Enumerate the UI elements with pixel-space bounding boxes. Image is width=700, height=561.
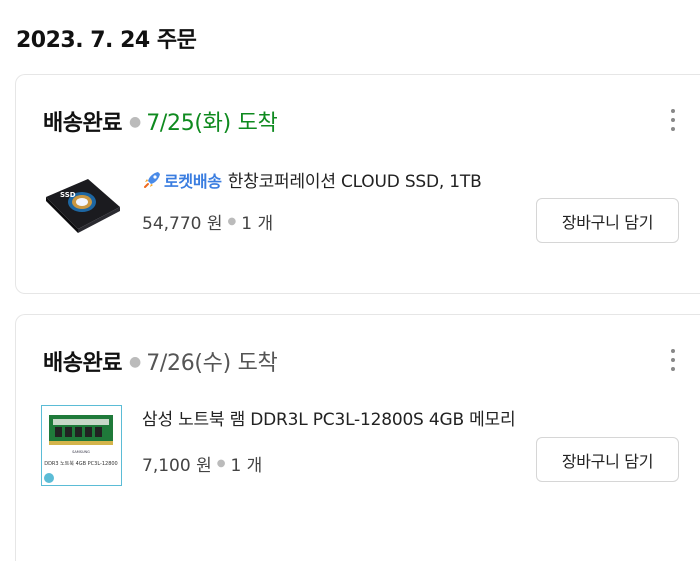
separator-dot: ● <box>227 216 237 227</box>
separator-dot: ● <box>128 114 142 130</box>
delivery-status-row: 배송완료 ● 7/25(화) 도착 <box>43 105 278 137</box>
quantity: 1 개 <box>241 214 274 234</box>
separator-dot: ● <box>216 458 226 469</box>
delivery-status: 배송완료 <box>43 111 122 136</box>
svg-text:SAMSUNG: SAMSUNG <box>72 450 90 454</box>
add-to-cart-button[interactable]: 장바구니 담기 <box>536 198 679 243</box>
more-options-icon[interactable] <box>665 349 681 371</box>
delivery-status: 배송완료 <box>43 351 122 376</box>
delivery-status-row: 배송완료 ● 7/26(수) 도착 <box>43 345 278 377</box>
ram-product-image[interactable]: SAMSUNG DDR3 노트북 4GB PC3L-12800 <box>41 405 122 486</box>
product-title-line: 로켓배송 한창코퍼레이션 CLOUD SSD, 1TB <box>142 167 482 192</box>
order-item-card: 배송완료 ● 7/26(수) 도착 SAMSUNG DDR3 노트북 4GB P… <box>15 314 700 561</box>
svg-text:DDR3 노트북 4GB PC3L-12800: DDR3 노트북 4GB PC3L-12800 <box>44 461 118 467</box>
price: 54,770 원 <box>142 214 223 234</box>
quantity: 1 개 <box>230 456 263 476</box>
order-date-title: 2023. 7. 24 주문 <box>16 28 197 53</box>
svg-text:SSD: SSD <box>60 191 76 199</box>
separator-dot: ● <box>128 354 142 370</box>
product-title-line: 삼성 노트북 램 DDR3L PC3L-12800S 4GB 메모리 <box>142 405 516 430</box>
price-quantity: 54,770 원 ● 1 개 <box>142 209 273 234</box>
order-item-card: 배송완료 ● 7/25(화) 도착 SSD 로켓배송 한창코퍼레이션 CLOUD… <box>15 74 700 294</box>
product-name-link[interactable]: 삼성 노트북 램 DDR3L PC3L-12800S 4GB 메모리 <box>142 405 516 430</box>
rocket-icon <box>144 171 160 188</box>
more-options-icon[interactable] <box>665 109 681 131</box>
rocket-delivery-badge: 로켓배송 <box>164 171 222 191</box>
product-name-link[interactable]: 한창코퍼레이션 CLOUD SSD, 1TB <box>228 167 482 192</box>
ssd-product-image[interactable]: SSD <box>42 167 122 237</box>
add-to-cart-button[interactable]: 장바구니 담기 <box>536 437 679 482</box>
price: 7,100 원 <box>142 456 212 476</box>
arrival-date: 7/25(화) 도착 <box>146 111 278 136</box>
arrival-date: 7/26(수) 도착 <box>146 351 278 376</box>
price-quantity: 7,100 원 ● 1 개 <box>142 451 262 476</box>
